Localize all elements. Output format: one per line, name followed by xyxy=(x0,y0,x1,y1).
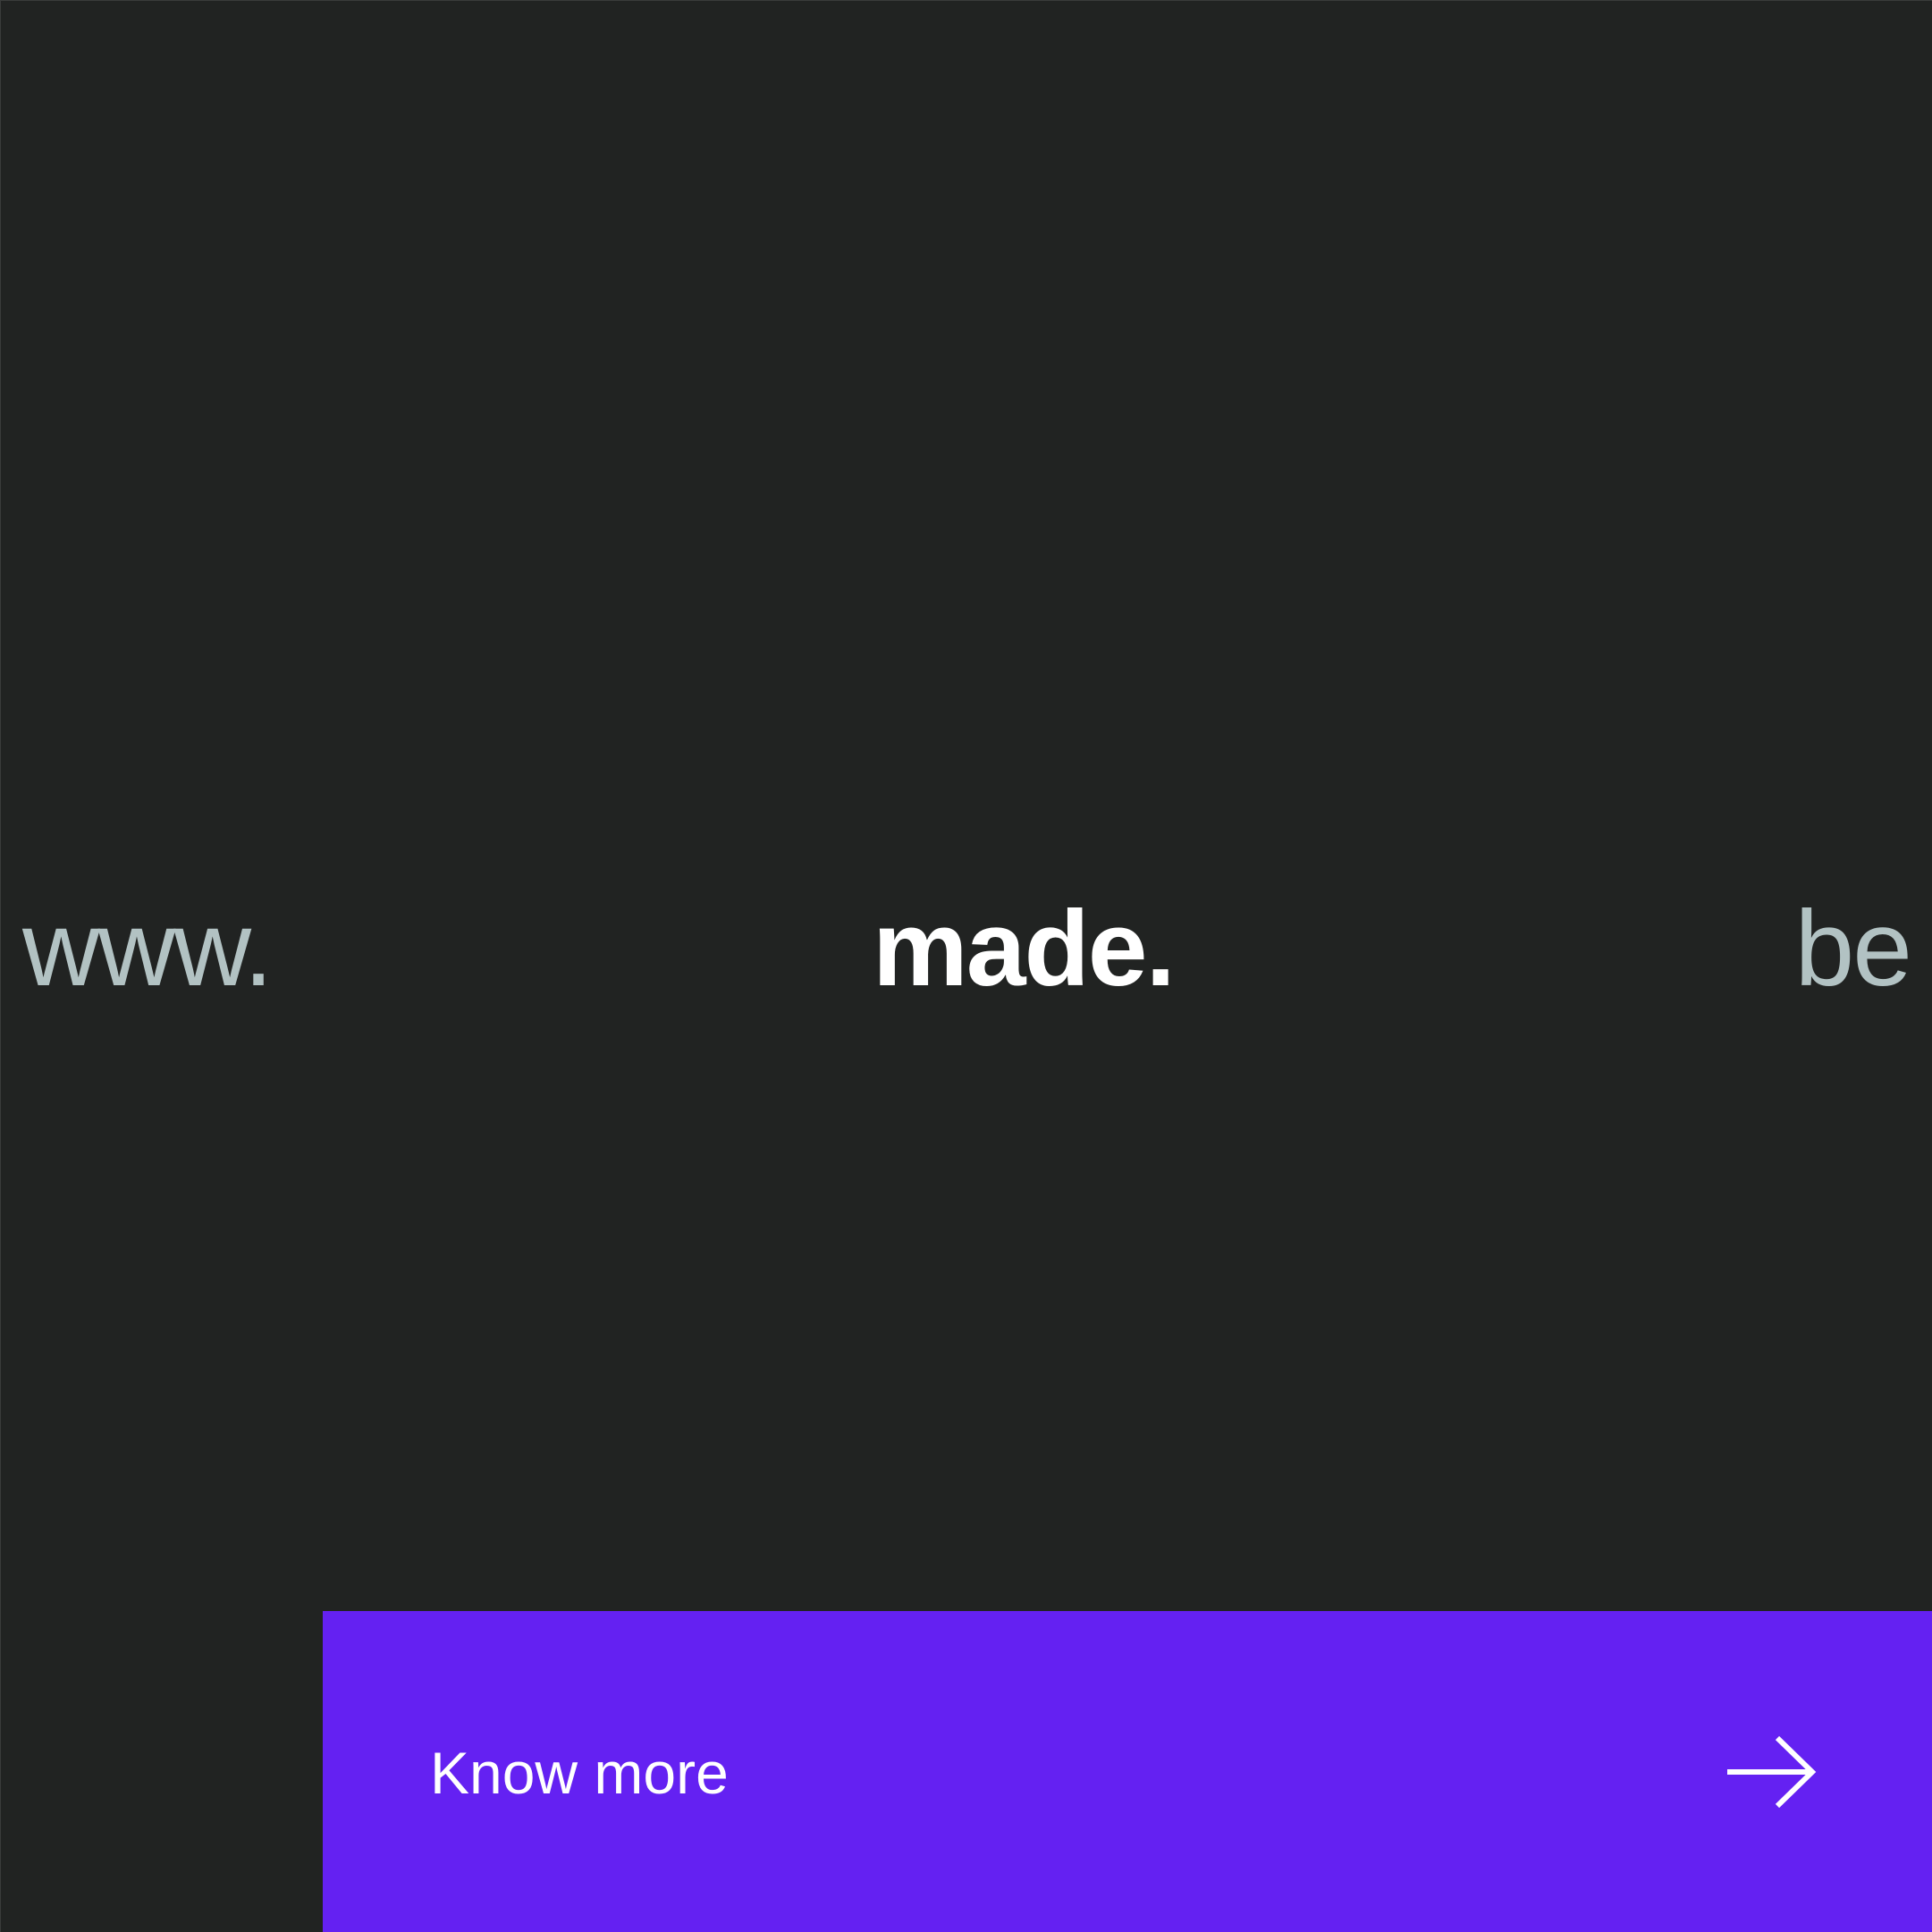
domain-name: made. xyxy=(873,889,1176,1008)
know-more-button[interactable]: Know more xyxy=(323,1611,1932,1932)
domain-prefix: www. xyxy=(22,889,274,1008)
domain-suffix: be xyxy=(1794,889,1912,1008)
poster: www. made. be Know more xyxy=(0,0,1932,1932)
know-more-label: Know more xyxy=(430,1740,729,1806)
arrow-right-icon xyxy=(1727,1736,1817,1808)
